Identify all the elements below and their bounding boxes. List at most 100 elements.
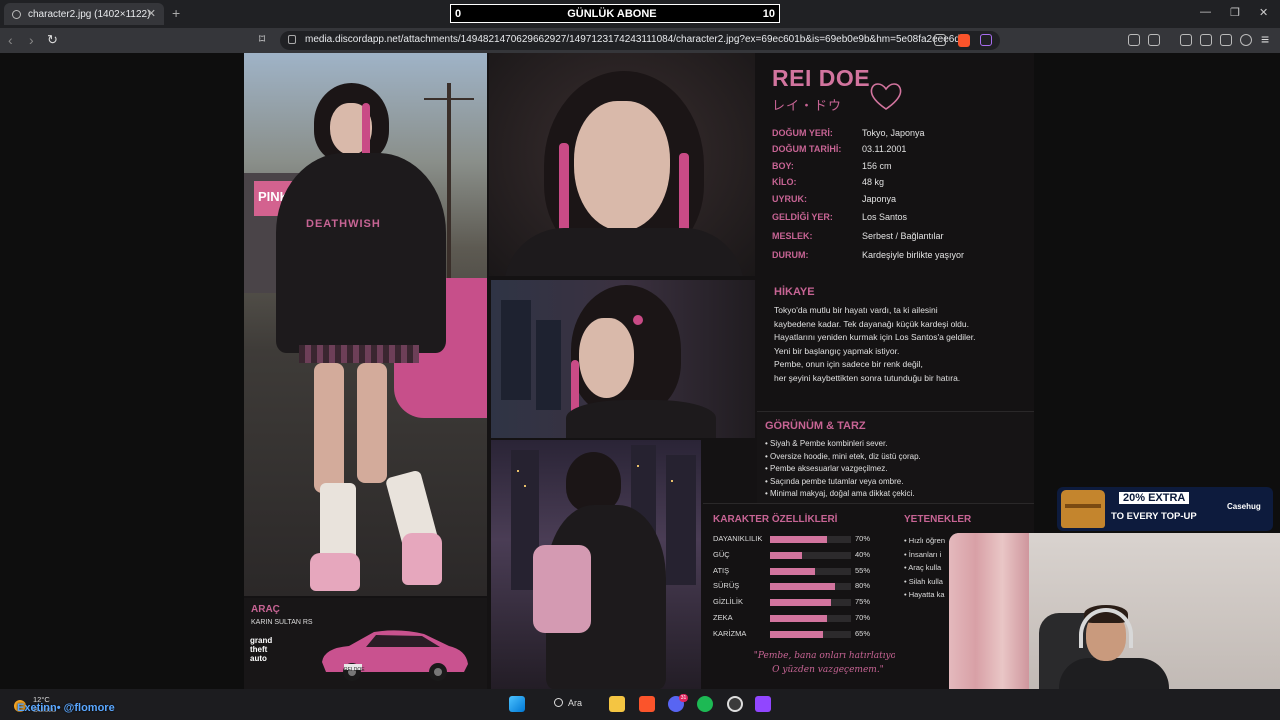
trait-name: SÜRÜŞ (713, 581, 740, 591)
trait-bar (770, 536, 851, 543)
back-view-photo (491, 440, 701, 689)
goal-label: GÜNLÜK ABONE (567, 7, 657, 20)
obs-icon[interactable] (727, 696, 743, 712)
taskbar: 12°C Bulutlu Exetinn• @flomore Ara 31 (0, 689, 1280, 720)
look-item: Saçında pembe tutamlar veya ombre. (765, 476, 921, 489)
stream-handle: Exetinn• @flomore (17, 702, 115, 714)
forward-button[interactable]: › (29, 32, 34, 48)
trait-bar-fill (770, 536, 827, 543)
quote-line: O yüzden vazgeçemem." (772, 665, 884, 675)
close-tab-icon[interactable]: ✕ (147, 7, 156, 20)
character-sheet: PINK DEATHWISH ARAÇ KARIN SULTAN RS gran… (244, 53, 1034, 689)
vpn-icon[interactable] (1240, 34, 1252, 46)
promo-banner[interactable]: 20% EXTRA TO EVERY TOP-UP Casehug (1057, 487, 1273, 531)
browser-tab[interactable]: character2.jpg (1402×1122) ✕ (4, 3, 164, 25)
share-icon[interactable] (934, 34, 946, 46)
url-bar[interactable]: media.discordapp.net/attachments/1494821… (280, 31, 1000, 50)
file-explorer-icon[interactable] (609, 696, 625, 712)
skills-title: YETENEKLER (904, 514, 972, 525)
traits-section: KARAKTER ÖZELLİKLERİ DAYANIKLILIK 70% GÜÇ 4… (703, 503, 902, 689)
trait-bar-fill (770, 567, 815, 575)
car-image (322, 630, 468, 681)
trait-percent: 65% (855, 628, 871, 638)
treasure-chest-icon (1061, 490, 1105, 528)
extensions-icon[interactable] (1128, 34, 1140, 46)
look-item: Pembe aksesuarlar vazgeçilmez. (765, 463, 921, 476)
skill-item: Araç kulla (904, 561, 945, 575)
trait-bar (770, 615, 851, 622)
quote: "Pembe, bana onları hatırlatıyor. O yüzd… (753, 649, 903, 677)
bookmark-icon[interactable]: ⌑ (259, 32, 265, 46)
trait-bar-fill (770, 583, 835, 591)
portrait-photo (489, 53, 755, 276)
rewards-icon[interactable] (980, 34, 992, 46)
trait-bar (770, 599, 851, 607)
look-item: Minimal makyaj, doğal ama dikkat çekici. (765, 488, 921, 501)
trait-percent: 75% (855, 597, 871, 607)
story-line: her şeyini kaybettikten sonra tutunduğu … (774, 372, 961, 383)
story-text: Tokyo'da mutlu bir hayatı vardı, ta ki a… (774, 304, 1029, 386)
goal-start: 0 (455, 7, 462, 20)
new-tab-button[interactable]: + (172, 5, 180, 21)
look-section: GÖRÜNÜM & TARZ Siyah & Pembe kombinleri … (757, 411, 1034, 503)
trait-name: ATIŞ (713, 565, 730, 575)
gta-logo-line: grand (250, 636, 273, 645)
character-info: REI DOE レイ・ドウ DOĞUM YERİ: Tokyo, Japonya … (772, 65, 965, 260)
trait-percent: 70% (855, 534, 871, 543)
sidebar-icon[interactable] (1180, 34, 1192, 46)
story-title: HİKAYE (774, 286, 815, 298)
vehicle-name: KARIN SULTAN RS (251, 619, 313, 626)
windows-start-icon[interactable] (509, 696, 525, 712)
skill-item: Hayatta ka (904, 588, 945, 602)
trait-name: GİZLİLİK (713, 597, 744, 607)
globe-icon (12, 9, 21, 19)
traits-title: KARAKTER ÖZELLİKLERİ (713, 514, 838, 525)
search-icon (554, 698, 563, 707)
trait-percent: 55% (855, 565, 871, 575)
skills-list: Hızlı öğren İnsanları i Araç kulla Silah… (904, 534, 945, 602)
address-toolbar: ‹ › ↻ ⌑ media.discordapp.net/attachments… (0, 28, 1280, 53)
close-window-button[interactable]: ✕ (1259, 6, 1268, 19)
character-name: REI DOE (772, 65, 871, 91)
trait-percent: 70% (855, 613, 871, 622)
look-list: Siyah & Pembe kombinleri sever. Oversize… (765, 438, 921, 501)
gta-logo: grand theft auto (250, 636, 294, 676)
trait-name: ZEKA (713, 613, 733, 622)
notification-badge: 31 (679, 694, 688, 702)
screenshot-icon[interactable] (1148, 34, 1160, 46)
full-body-photo: PINK DEATHWISH (244, 53, 487, 596)
wallet-icon[interactable] (1200, 34, 1212, 46)
twitch-icon[interactable] (755, 696, 771, 712)
trait-bar-fill (770, 599, 831, 607)
spotify-icon[interactable] (697, 696, 713, 712)
tab-title: character2.jpg (1402×1122) (28, 8, 151, 20)
quote-line: "Pembe, bana onları hatırlatıyor. (753, 651, 903, 661)
site-info-icon[interactable] (288, 35, 296, 44)
skill-item: Silah kulla (904, 575, 945, 589)
search-label: Ara (568, 698, 583, 708)
taskbar-search[interactable]: Ara (548, 695, 590, 713)
story-line: Pembe, onun için sadece bir renk değil, (774, 359, 923, 370)
story-line: Yeni bir başlangıç yapmak istiyor. (774, 345, 900, 356)
leo-ai-icon[interactable] (1220, 34, 1232, 46)
maximize-button[interactable]: ❐ (1230, 6, 1240, 19)
back-button[interactable]: ‹ (8, 32, 13, 48)
brave-shields-icon[interactable] (958, 34, 970, 47)
character-name-japanese: レイ・ドウ (772, 98, 843, 113)
brave-browser-icon[interactable] (639, 696, 655, 712)
look-item: Siyah & Pembe kombinleri sever. (765, 438, 921, 451)
heart-icon (870, 83, 902, 110)
look-item: Oversize hoodie, mini etek, diz üstü çor… (765, 451, 921, 464)
menu-icon[interactable]: ≡ (1261, 31, 1269, 47)
gta-logo-line: auto (250, 654, 267, 663)
trait-percent: 80% (855, 581, 871, 591)
trait-bar (770, 583, 851, 591)
minimize-button[interactable]: — (1200, 6, 1211, 18)
trait-bar-fill (770, 630, 823, 638)
story-line: Tokyo'da mutlu bir hayatı vardı, ta ki a… (774, 305, 938, 315)
reload-button[interactable]: ↻ (47, 32, 58, 48)
promo-headline: 20% EXTRA (1119, 492, 1190, 504)
story-line: kaybedene kadar. Tek dayanağı küçük kard… (774, 318, 970, 329)
hoodie-print: DEATHWISH (306, 218, 381, 230)
vehicle-title: ARAÇ (251, 604, 280, 615)
